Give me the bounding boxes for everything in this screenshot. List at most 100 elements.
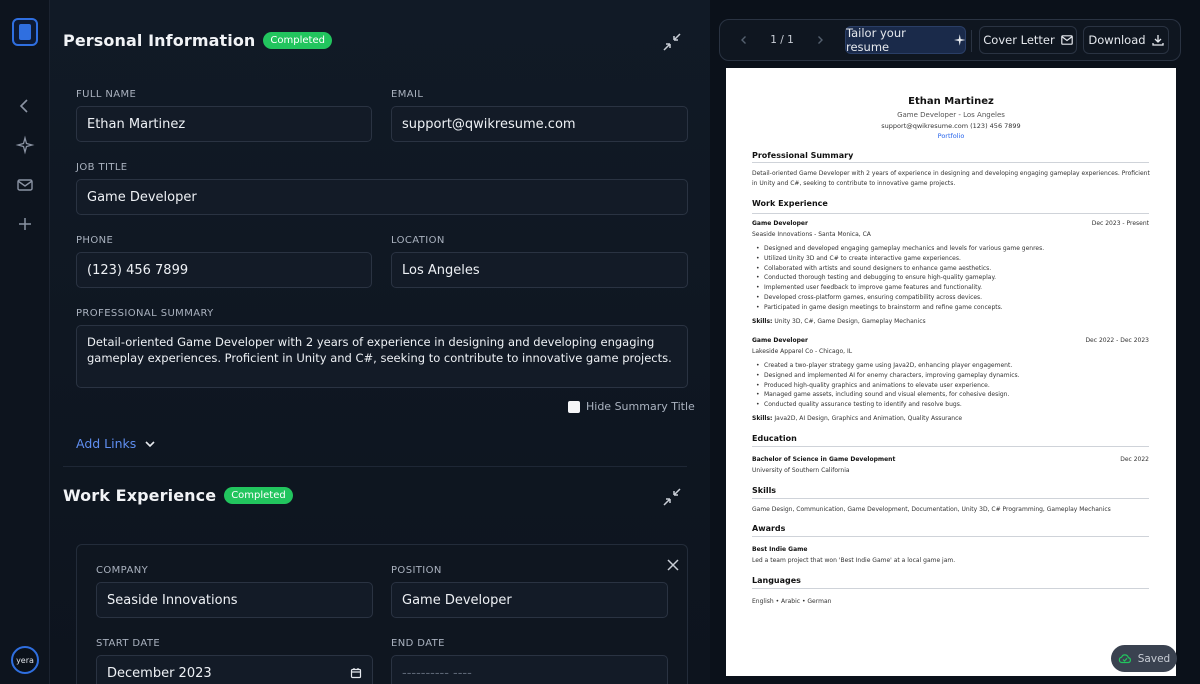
next-page-button[interactable] — [808, 26, 832, 54]
saved-status-chip: Saved — [1111, 645, 1177, 672]
sparkle-icon — [953, 34, 965, 46]
end-date-label: END DATE — [391, 638, 445, 649]
email-field[interactable]: support@qwikresume.com — [391, 106, 688, 142]
section-divider — [63, 466, 687, 467]
resume-work-heading: Work Experience — [752, 199, 828, 208]
list-item: Conducted quality assurance testing to i… — [756, 400, 1152, 410]
mail-icon[interactable] — [15, 175, 35, 195]
resume-rule — [752, 446, 1149, 447]
company-label: COMPANY — [96, 565, 149, 576]
resume-languages-heading: Languages — [752, 576, 801, 585]
tailor-resume-button[interactable]: Tailor your resume — [845, 26, 966, 54]
cover-letter-button[interactable]: Cover Letter — [979, 26, 1077, 54]
resume-job-bullets: Created a two-player strategy game using… — [756, 361, 1152, 410]
download-button[interactable]: Download — [1083, 26, 1169, 54]
email-label: EMAIL — [391, 89, 424, 100]
list-item: Conducted thorough testing and debugging… — [756, 273, 1152, 283]
start-date-value: December 2023 — [107, 665, 212, 681]
chevron-left-icon[interactable] — [15, 96, 35, 116]
work-section-header[interactable]: Work Experience Completed — [63, 486, 293, 505]
resume-rule — [752, 498, 1149, 499]
personal-section-title: Personal Information — [63, 31, 256, 50]
download-icon — [1151, 35, 1164, 46]
status-badge: Completed — [263, 32, 332, 49]
company-field[interactable]: Seaside Innovations — [96, 582, 373, 618]
skills-value: Unity 3D, C#, Game Design, Gameplay Mech… — [774, 318, 926, 325]
collapse-icon[interactable] — [661, 486, 683, 508]
resume-awards-heading: Awards — [752, 524, 786, 533]
list-item: Developed cross-platform games, ensuring… — [756, 293, 1152, 303]
full-name-label: FULL NAME — [76, 89, 137, 100]
list-item: Participated in game design meetings to … — [756, 303, 1152, 313]
list-item: Produced high-quality graphics and anima… — [756, 381, 1152, 391]
chevron-left-icon — [741, 36, 746, 44]
list-item: Created a two-player strategy game using… — [756, 361, 1152, 371]
left-rail: yera — [0, 0, 50, 684]
app-logo-icon[interactable] — [12, 18, 38, 46]
location-label: LOCATION — [391, 235, 445, 246]
resume-preview: Ethan Martinez Game Developer - Los Ange… — [726, 68, 1176, 676]
position-field[interactable]: Game Developer — [391, 582, 668, 618]
work-section-title: Work Experience — [63, 486, 217, 505]
skills-label: Skills: — [752, 415, 773, 422]
skills-label: Skills: — [752, 318, 773, 325]
resume-subtitle: Game Developer - Los Angeles — [897, 111, 1005, 119]
resume-job-bullets: Designed and developed engaging gameplay… — [756, 244, 1152, 313]
resume-job-company: Lakeside Apparel Co - Chicago, IL — [752, 348, 853, 355]
tailor-resume-label: Tailor your resume — [846, 26, 906, 54]
resume-languages-text: English • Arabic • German — [752, 598, 832, 605]
job-title-label: JOB TITLE — [76, 162, 128, 173]
resume-award-desc: Led a team project that won 'Best Indie … — [752, 557, 956, 564]
close-icon[interactable] — [666, 558, 680, 572]
skills-value: Java2D, AI Design, Graphics and Animatio… — [774, 415, 963, 422]
personal-section-header[interactable]: Personal Information Completed — [63, 31, 332, 50]
editor-panel: Personal Information Completed FULL NAME… — [50, 0, 710, 684]
resume-job-dates: Dec 2023 - Present — [1091, 220, 1149, 227]
list-item: Designed and implemented AI for enemy ch… — [756, 371, 1152, 381]
add-links-button[interactable]: Add Links — [76, 436, 156, 451]
location-field[interactable]: Los Angeles — [391, 252, 688, 288]
list-item: Managed game assets, including sound and… — [756, 390, 1152, 400]
avatar[interactable]: yera — [11, 646, 39, 674]
summary-label: PROFESSIONAL SUMMARY — [76, 308, 214, 319]
hide-summary-checkbox[interactable] — [568, 400, 580, 413]
start-date-label: START DATE — [96, 638, 161, 649]
resume-summary-heading: Professional Summary — [752, 151, 854, 160]
resume-job-company: Seaside Innovations - Santa Monica, CA — [752, 231, 871, 238]
list-item: Implemented user feedback to improve gam… — [756, 283, 1152, 293]
sparkle-icon[interactable] — [15, 135, 35, 155]
plus-icon[interactable] — [15, 214, 35, 234]
summary-textarea[interactable]: Detail-oriented Game Developer with 2 ye… — [76, 325, 688, 388]
resume-name: Ethan Martinez — [908, 96, 994, 107]
list-item: Collaborated with artists and sound desi… — [756, 264, 1152, 274]
phone-field[interactable]: (123) 456 7899 — [76, 252, 372, 288]
download-label: Download — [1088, 33, 1146, 47]
collapse-icon[interactable] — [661, 31, 683, 53]
hide-summary-toggle[interactable]: Hide Summary Title — [568, 400, 695, 413]
start-date-field[interactable]: December 2023 — [96, 655, 373, 684]
resume-job-skills: Skills: Unity 3D, C#, Game Design, Gamep… — [752, 317, 1152, 327]
full-name-field[interactable]: Ethan Martinez — [76, 106, 372, 142]
mail-icon — [1060, 35, 1073, 45]
list-item: Designed and developed engaging gameplay… — [756, 244, 1152, 254]
cover-letter-label: Cover Letter — [983, 33, 1055, 47]
resume-school: University of Southern California — [752, 467, 850, 474]
resume-summary-text: Detail-oriented Game Developer with 2 ye… — [752, 170, 1150, 187]
resume-rule — [752, 536, 1149, 537]
chevron-right-icon — [818, 36, 823, 44]
preview-toolbar: 1 / 1 Tailor your resume Cover Letter Do… — [719, 19, 1181, 61]
resume-contact: support@qwikresume.com (123) 456 7899 — [881, 122, 1021, 130]
end-date-field[interactable]: ---------- ---- — [391, 655, 668, 684]
prev-page-button[interactable] — [732, 26, 756, 54]
resume-job-dates: Dec 2022 - Dec 2023 — [1085, 337, 1149, 344]
resume-rule — [752, 588, 1149, 589]
resume-education-heading: Education — [752, 434, 797, 443]
hide-summary-label: Hide Summary Title — [586, 400, 695, 413]
job-title-field[interactable]: Game Developer — [76, 179, 688, 215]
position-label: POSITION — [391, 565, 442, 576]
resume-portfolio-link[interactable]: Portfolio — [726, 132, 1176, 140]
work-entry-card: COMPANY Seaside Innovations POSITION Gam… — [76, 544, 688, 684]
resume-skills-heading: Skills — [752, 486, 777, 495]
saved-label: Saved — [1137, 652, 1171, 665]
calendar-icon[interactable] — [350, 667, 362, 679]
